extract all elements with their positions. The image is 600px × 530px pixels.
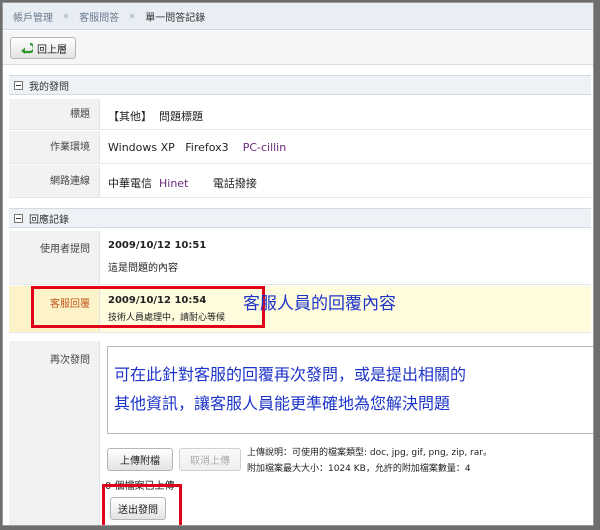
annotation-box-reply	[31, 286, 265, 328]
back-button[interactable]: 回上層	[10, 37, 76, 59]
collapse-icon	[14, 80, 23, 90]
upload-info-limits: 附加檔案最大大小：1024 KB，允許的附加檔案數量：4	[247, 464, 471, 474]
row-user-question: 使用者提問 2009/10/12 10:51 這是問題的內容	[9, 231, 591, 285]
annotation-followup-caption: 可在此針對客服的回覆再次發問，或是提出相關的 其他資訊，讓客服人員能更準確地為您…	[114, 360, 593, 418]
upload-attachment-button[interactable]: 上傳附檔	[107, 448, 173, 471]
user-question-label: 使用者提問	[9, 231, 100, 284]
breadcrumb-item-current: 單一問答記錄	[145, 12, 206, 24]
section-header-my-question[interactable]: 我的發問	[9, 75, 591, 95]
section-title: 回應記錄	[29, 214, 69, 226]
row-subject: 標題 【其他】 問題標題	[9, 99, 591, 130]
breadcrumb: 帳戶管理 » 客服問答 » 單一問答記錄	[3, 3, 593, 30]
env-value: Windows XP Firefox3 PC-cillin	[108, 141, 286, 154]
subject-tag: 【其他】	[108, 110, 152, 123]
section-header-reply-record[interactable]: 回應記錄	[9, 208, 591, 228]
breadcrumb-separator: »	[129, 10, 136, 22]
back-arrow-icon	[21, 42, 33, 54]
subject-text: 問題標題	[159, 110, 203, 123]
cancel-upload-button[interactable]: 取消上傳	[179, 448, 241, 471]
breadcrumb-item-account[interactable]: 帳戶管理	[13, 9, 53, 24]
subject-value: 【其他】 問題標題	[108, 108, 203, 124]
env-product: PC-cillin	[242, 141, 287, 154]
network-brand: Hinet	[159, 177, 189, 190]
user-question-time: 2009/10/12 10:51	[108, 240, 207, 251]
user-question-text: 這是問題的內容	[108, 263, 178, 274]
toolbar: 回上層	[3, 31, 593, 65]
subject-label: 標題	[9, 99, 100, 129]
env-os: Windows XP	[108, 141, 175, 154]
row-environment: 作業環境 Windows XP Firefox3 PC-cillin	[9, 131, 591, 164]
annotation-followup-line: 可在此針對客服的回覆再次發問，或是提出相關的	[114, 365, 467, 384]
breadcrumb-separator: »	[63, 10, 70, 22]
back-button-label: 回上層	[37, 44, 67, 56]
network-isp: 中華電信	[108, 177, 152, 190]
breadcrumb-item-support[interactable]: 客服問答	[79, 9, 119, 24]
annotation-box-submit	[102, 484, 182, 525]
env-label: 作業環境	[9, 131, 100, 163]
annotation-followup-line: 其他資訊，讓客服人員能更準確地為您解決問題	[114, 394, 451, 413]
env-browser: Firefox3	[185, 141, 229, 154]
network-label: 網路連線	[9, 165, 100, 197]
network-type: 電話撥接	[212, 177, 257, 190]
app-window: 帳戶管理 » 客服問答 » 單一問答記錄 回上層 我的發問 標題 【其他】 問題…	[2, 2, 594, 526]
upload-info-types: 上傳說明：可使用的檔案類型: doc, jpg, gif, png, zip, …	[247, 448, 492, 458]
annotation-reply-caption: 客服人員的回覆內容	[243, 294, 396, 314]
followup-label: 再次發問	[9, 341, 100, 525]
section-title: 我的發問	[29, 81, 69, 93]
network-value: 中華電信 Hinet 電話撥接	[108, 175, 257, 191]
row-network: 網路連線 中華電信 Hinet 電話撥接	[9, 165, 591, 198]
collapse-icon	[14, 213, 23, 223]
